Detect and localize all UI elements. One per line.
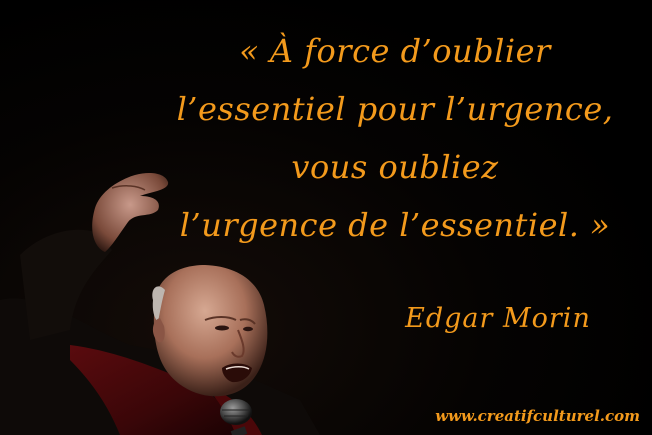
quote-text: « À force d’oublier l’essentiel pour l’u… [160, 22, 630, 254]
quote-poster: « À force d’oublier l’essentiel pour l’u… [0, 0, 652, 435]
raised-hand [92, 173, 169, 252]
quote-line: l’essentiel pour l’urgence, [176, 90, 614, 128]
quote-line: « À force d’oublier [239, 32, 551, 70]
quote-line: l’urgence de l’essentiel. » [179, 206, 611, 244]
quote-line: vous oubliez [291, 148, 499, 186]
website-url: www.creatifculturel.com [435, 407, 640, 425]
author-name: Edgar Morin [405, 303, 591, 334]
microphone [220, 399, 252, 425]
